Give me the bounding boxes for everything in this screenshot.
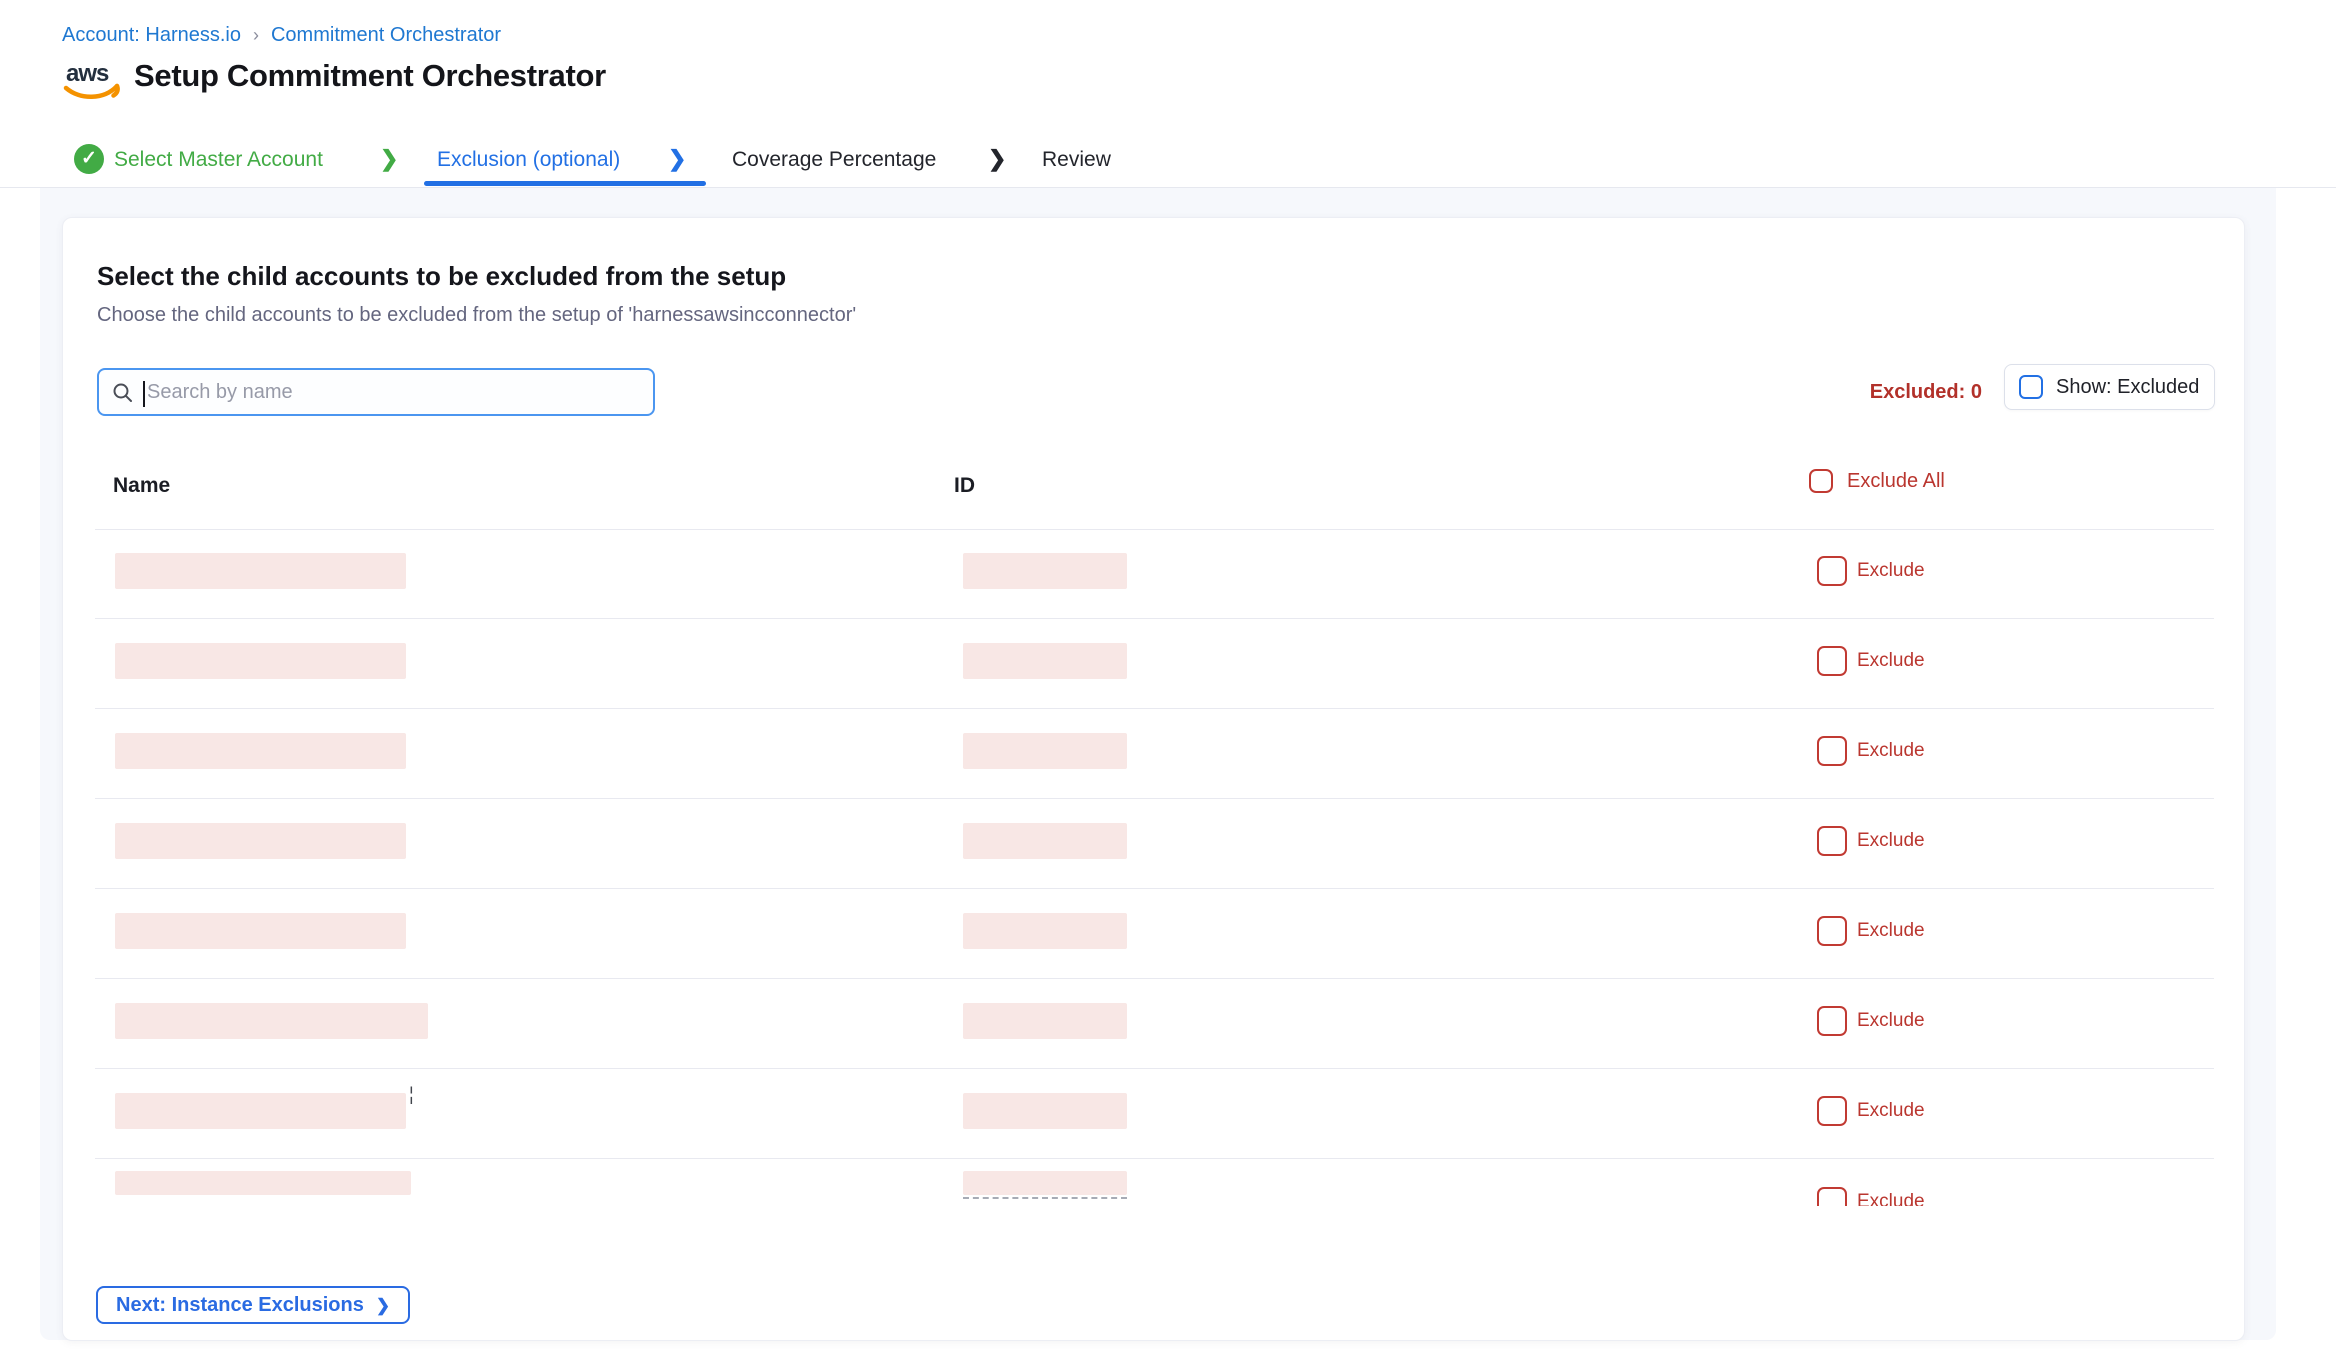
exclude-checkbox[interactable]	[1817, 826, 1847, 856]
redacted-account-name	[115, 913, 406, 949]
step-coverage-percentage[interactable]: Coverage Percentage	[732, 144, 936, 176]
exclude-label: Exclude	[1857, 1099, 1925, 1123]
redacted-account-name	[115, 823, 406, 859]
step-select-master-account[interactable]: Select Master Account	[114, 144, 323, 176]
redacted-account-id	[963, 823, 1127, 859]
breadcrumb-separator-icon: ›	[253, 25, 259, 46]
step-exclusion-active[interactable]: Exclusion (optional)	[437, 144, 620, 176]
redacted-account-id	[963, 1171, 1127, 1195]
redacted-account-id	[963, 733, 1127, 769]
chevron-right-icon: ❯	[668, 143, 686, 175]
table-row: Exclude	[63, 529, 2246, 619]
chevron-right-icon: ❯	[380, 143, 398, 175]
redacted-account-id	[963, 553, 1127, 589]
exclude-label: Exclude	[1857, 1009, 1925, 1033]
redacted-account-name	[115, 1171, 411, 1195]
exclude-all-control[interactable]: Exclude All	[1809, 469, 1945, 493]
chevron-right-icon: ❯	[988, 143, 1006, 175]
redacted-account-name	[115, 643, 406, 679]
step-completed-check-icon: ✓	[74, 144, 104, 174]
exclude-label: Exclude	[1857, 919, 1925, 943]
text-caret	[143, 381, 145, 407]
exclude-checkbox[interactable]	[1817, 916, 1847, 946]
exclude-label: Exclude	[1857, 829, 1925, 853]
column-header-name: Name	[113, 474, 170, 498]
table-row: Exclude	[63, 799, 2246, 889]
redacted-account-id	[963, 913, 1127, 949]
exclude-checkbox[interactable]	[1817, 736, 1847, 766]
exclusion-panel: Select the child accounts to be excluded…	[62, 217, 2245, 1341]
exclude-checkbox[interactable]	[1817, 1096, 1847, 1126]
excluded-count-badge: Excluded: 0	[1870, 381, 1982, 404]
redacted-account-name	[115, 733, 406, 769]
aws-logo-icon: aws	[60, 56, 126, 104]
show-excluded-checkbox[interactable]	[2019, 375, 2043, 399]
step-review[interactable]: Review	[1042, 144, 1111, 176]
setup-commitment-orchestrator-screen: Account: Harness.io › Commitment Orchest…	[0, 0, 2336, 1362]
exclude-label: Exclude	[1857, 739, 1925, 763]
table-row: Exclude	[63, 979, 2246, 1069]
next-button-label: Next: Instance Exclusions	[116, 1294, 364, 1317]
exclude-all-label: Exclude All	[1847, 470, 1945, 493]
exclude-checkbox[interactable]	[1817, 1006, 1847, 1036]
panel-heading: Select the child accounts to be excluded…	[97, 261, 786, 292]
column-header-id: ID	[954, 474, 975, 498]
breadcrumb-orchestrator-link[interactable]: Commitment Orchestrator	[271, 24, 501, 47]
exclude-all-checkbox[interactable]	[1809, 469, 1833, 493]
redacted-account-id	[963, 1093, 1127, 1129]
redacted-account-id	[963, 1003, 1127, 1039]
show-excluded-toggle[interactable]: Show: Excluded	[2004, 364, 2215, 410]
exclude-label: Exclude	[1857, 649, 1925, 673]
redacted-account-id	[963, 643, 1127, 679]
table-row: Exclude ¦	[63, 1069, 2246, 1159]
page-title: Setup Commitment Orchestrator	[134, 58, 606, 94]
exclude-label: Exclude	[1857, 559, 1925, 583]
id-dashed-underline	[963, 1197, 1127, 1199]
exclude-checkbox[interactable]	[1817, 556, 1847, 586]
search-input[interactable]	[147, 370, 647, 414]
redaction-artifact: ¦	[409, 1084, 414, 1105]
exclude-label: Exclude	[1857, 1190, 1925, 1206]
wizard-stepper: ✓ Select Master Account ❯ Exclusion (opt…	[0, 138, 2336, 187]
exclude-checkbox[interactable]	[1817, 646, 1847, 676]
next-instance-exclusions-button[interactable]: Next: Instance Exclusions ❯	[96, 1286, 410, 1324]
redacted-account-name	[115, 1003, 428, 1039]
exclude-checkbox[interactable]	[1817, 1187, 1847, 1206]
accounts-table-body: Exclude Exclude Exclude Exclude Exclude …	[63, 529, 2246, 1206]
chevron-right-icon: ❯	[376, 1296, 390, 1316]
panel-subheading: Choose the child accounts to be excluded…	[97, 304, 856, 327]
show-excluded-label: Show: Excluded	[2056, 376, 2199, 399]
search-box[interactable]	[97, 368, 655, 416]
redacted-account-name	[115, 553, 406, 589]
table-row: Exclude	[63, 619, 2246, 709]
breadcrumb-account-link[interactable]: Account: Harness.io	[62, 24, 241, 47]
redacted-account-name	[115, 1093, 406, 1129]
table-row: Exclude	[63, 889, 2246, 979]
table-row: Exclude	[63, 709, 2246, 799]
active-step-underline	[424, 181, 706, 186]
search-icon	[112, 382, 134, 404]
aws-logo-text: aws	[66, 60, 109, 87]
table-row: Exclude	[63, 1159, 2246, 1206]
breadcrumb: Account: Harness.io › Commitment Orchest…	[62, 24, 501, 47]
